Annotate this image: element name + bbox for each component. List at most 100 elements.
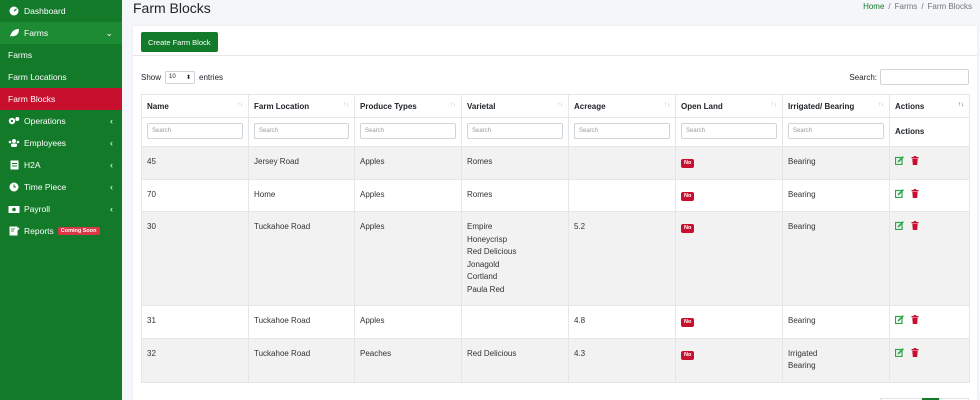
- filter-produce-types-input[interactable]: Search: [360, 123, 456, 139]
- entries-label: entries: [199, 72, 224, 82]
- cell-open-land: No: [675, 211, 783, 306]
- cell-irrigated-bearing-line: Bearing: [788, 157, 816, 166]
- sidebar-item-label: Farm Locations: [8, 72, 67, 82]
- sort-icon: ↑↓: [664, 102, 670, 108]
- filter-cell: Search: [782, 117, 890, 147]
- filter-irrigated-bearing-input[interactable]: Search: [788, 123, 884, 139]
- cell-produce-types: Peaches: [354, 337, 462, 383]
- cell-irrigated-bearing: Bearing: [782, 305, 890, 339]
- cell-farm-location: Tuckahoe Road: [248, 337, 355, 383]
- delete-icon[interactable]: [911, 347, 919, 362]
- sidebar-item-h2a[interactable]: H2A ‹: [0, 154, 122, 176]
- column-label: Irrigated/ Bearing: [788, 101, 855, 111]
- table-body: 45 Jersey Road Apples Romes No Bearing 70 Home…: [141, 146, 970, 383]
- cell-name: 32: [141, 337, 249, 383]
- cell-farm-location: Tuckahoe Road: [248, 211, 355, 306]
- delete-icon[interactable]: [911, 221, 919, 235]
- sidebar-subitem-farms[interactable]: Farms: [0, 44, 122, 66]
- edit-icon[interactable]: [894, 347, 904, 362]
- sidebar-item-employees[interactable]: Employees ‹: [0, 132, 122, 154]
- sidebar-item-operations[interactable]: Operations ‹: [0, 110, 122, 132]
- column-header-name[interactable]: Name ↑↓: [141, 94, 249, 118]
- sidebar-subitem-farm-blocks[interactable]: Farm Blocks: [0, 88, 122, 110]
- chevron-updown-icon: ⬍: [185, 74, 192, 81]
- delete-icon[interactable]: [911, 156, 919, 170]
- sidebar-item-farms[interactable]: Farms ⌄: [0, 22, 122, 44]
- breadcrumb: Home / Farms / Farm Blocks: [863, 2, 972, 11]
- table-row: 32 Tuckahoe Road Peaches Red Delicious 4.3 No…: [141, 337, 970, 383]
- sort-icon: ↑↓: [237, 102, 243, 108]
- column-header-actions[interactable]: Actions ↑↓: [889, 94, 970, 118]
- chevron-left-icon: ‹: [110, 182, 113, 192]
- create-farm-block-button[interactable]: Create Farm Block: [141, 32, 218, 52]
- farm-blocks-table: Name ↑↓ Farm Location ↑↓ Produce Types ↑↓ V…: [141, 94, 970, 383]
- sort-icon: ↑↓: [958, 102, 964, 108]
- search-input[interactable]: [880, 69, 969, 85]
- breadcrumb-home[interactable]: Home: [863, 2, 884, 11]
- cell-varietal-line: Red Delicious: [467, 247, 517, 256]
- cell-varietal-line: Red Delicious: [467, 348, 517, 358]
- cell-varietal: Romes: [461, 146, 569, 180]
- chevron-left-icon: ‹: [110, 204, 113, 214]
- filter-varietal-input[interactable]: Search: [467, 123, 563, 139]
- leaf-icon: [8, 28, 20, 38]
- filter-name-input[interactable]: Search: [147, 123, 243, 139]
- breadcrumb-separator: /: [888, 2, 891, 11]
- entries-select[interactable]: 10 ⬍: [165, 70, 196, 84]
- column-header-varietal[interactable]: Varietal ↑↓: [461, 94, 569, 118]
- edit-icon[interactable]: [894, 221, 904, 235]
- cell-irrigated-bearing: Bearing: [782, 146, 890, 180]
- sort-icon: ↑↓: [878, 102, 884, 108]
- cell-actions: [889, 337, 970, 383]
- delete-icon[interactable]: [911, 315, 919, 329]
- cell-open-land: No: [675, 178, 783, 212]
- column-header-irrigated-bearing[interactable]: Irrigated/ Bearing ↑↓: [782, 94, 890, 118]
- column-header-farm-location[interactable]: Farm Location ↑↓: [248, 94, 355, 118]
- breadcrumb-farms[interactable]: Farms: [895, 2, 918, 11]
- sidebar-subitem-farm-locations[interactable]: Farm Locations: [0, 66, 122, 88]
- column-label: Open Land: [681, 101, 723, 111]
- cell-produce-types: Apples: [354, 178, 462, 212]
- cell-open-land: No: [675, 305, 783, 339]
- column-header-produce-types[interactable]: Produce Types ↑↓: [354, 94, 462, 118]
- filter-open-land-input[interactable]: Search: [681, 123, 777, 139]
- sort-icon: ↑↓: [771, 102, 777, 108]
- card-header: Create Farm Block: [133, 26, 977, 56]
- coming-soon-badge: Coming Soon: [57, 227, 100, 235]
- cell-irrigated-bearing-line: Bearing: [788, 222, 816, 231]
- sidebar-item-label: H2A: [24, 160, 41, 170]
- cell-irrigated-bearing: Irrigated Bearing: [782, 337, 890, 383]
- delete-icon[interactable]: [911, 188, 919, 203]
- sort-icon: ↑↓: [343, 102, 349, 108]
- edit-icon[interactable]: [894, 188, 904, 203]
- sidebar-item-dashboard[interactable]: Dashboard: [0, 0, 122, 22]
- sidebar-item-label: Dashboard: [24, 6, 66, 16]
- cell-open-land: No: [675, 146, 783, 180]
- clock-icon: [8, 182, 20, 192]
- sidebar-item-label: Employees: [24, 138, 67, 148]
- filter-acreage-input[interactable]: Search: [574, 123, 670, 139]
- sidebar-item-label: Farms: [8, 50, 33, 60]
- table-row: 31 Tuckahoe Road Apples 4.8 No Bearing: [141, 305, 970, 339]
- column-header-acreage[interactable]: Acreage ↑↓: [568, 94, 676, 118]
- page-title: Farm Blocks: [133, 0, 211, 16]
- sort-icon: ↑↓: [450, 102, 456, 108]
- filter-farm-location-input[interactable]: Search: [254, 123, 349, 139]
- sidebar-item-payroll[interactable]: Payroll ‹: [0, 198, 122, 220]
- table-row: 70 Home Apples Romes No Bearing: [141, 178, 970, 212]
- filter-cell: Search: [141, 117, 249, 147]
- cell-acreage: 4.3: [568, 337, 676, 383]
- edit-icon[interactable]: [894, 156, 904, 170]
- sidebar-item-reports[interactable]: Reports Coming Soon: [0, 220, 122, 242]
- column-header-open-land[interactable]: Open Land ↑↓: [675, 94, 783, 118]
- users-icon: [8, 138, 20, 148]
- edit-icon[interactable]: [894, 315, 904, 329]
- cell-irrigated-bearing-line: Bearing: [788, 316, 816, 325]
- column-label: Farm Location: [254, 101, 310, 111]
- cogs-icon: [8, 116, 20, 126]
- column-label: Varietal: [467, 101, 496, 111]
- cell-irrigated-bearing: Bearing: [782, 211, 890, 306]
- table-controls: Show 10 ⬍ entries Search:: [141, 68, 969, 86]
- cell-actions: [889, 146, 970, 180]
- sidebar-item-time-piece[interactable]: Time Piece ‹: [0, 176, 122, 198]
